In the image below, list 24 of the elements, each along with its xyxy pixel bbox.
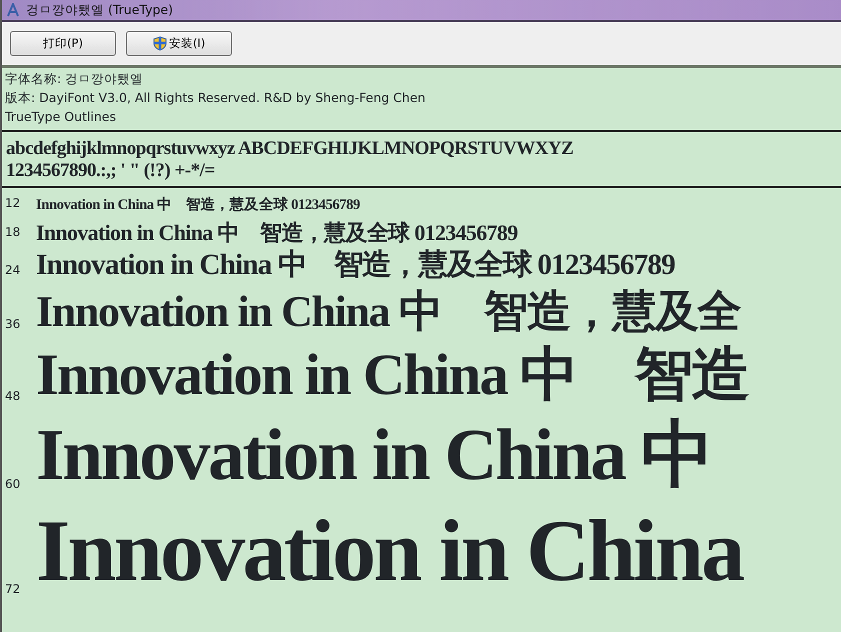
version-text: 版本: DayiFont V3.0, All Rights Reserved. R&D by Sheng-Feng Chen [5, 89, 426, 107]
size-label: 18 [4, 224, 22, 242]
font-app-icon [6, 3, 20, 17]
character-sample: 1234567890.:,; ' " (!?) +-*/= [6, 160, 216, 182]
font-name-text: 字体名称: 겅ㅁ깡야퇬엘 [5, 70, 144, 88]
print-button[interactable]: 打印(P) [10, 31, 116, 56]
size-label: 12 [4, 195, 22, 212]
sample-text: Innovation in China 中 智造，慧及全球 0123456789 [36, 249, 675, 283]
sample-text: Innovation in China 中 智造 [36, 341, 749, 409]
sample-text: Innovation in China 中 智造，慧及全球 0123456789 [36, 220, 518, 246]
size-label: 36 [4, 316, 22, 334]
sample-text: Innovation in China 中 智造，慧及全球 0123456789 [36, 196, 360, 214]
font-type-text: TrueType Outlines [5, 108, 117, 126]
size-label: 72 [4, 580, 22, 598]
size-label: 60 [4, 476, 22, 493]
size-label: 24 [4, 262, 22, 279]
size-label: 48 [4, 388, 22, 405]
shield-icon [152, 36, 167, 51]
character-sample: abcdefghijklmnopqrstuvwxyz ABCDEFGHIJKLMNOPQRSTUVWXYZ [6, 138, 574, 160]
sample-text: Innovation in China 中 [36, 412, 712, 497]
sample-text: Innovation in China [36, 502, 743, 602]
window-title: 겅ㅁ깡야퇬엘 (TrueType) [26, 0, 173, 19]
install-button[interactable]: 安装(I) [126, 31, 232, 56]
sample-text: Innovation in China 中 智造，慧及全 [36, 286, 740, 338]
